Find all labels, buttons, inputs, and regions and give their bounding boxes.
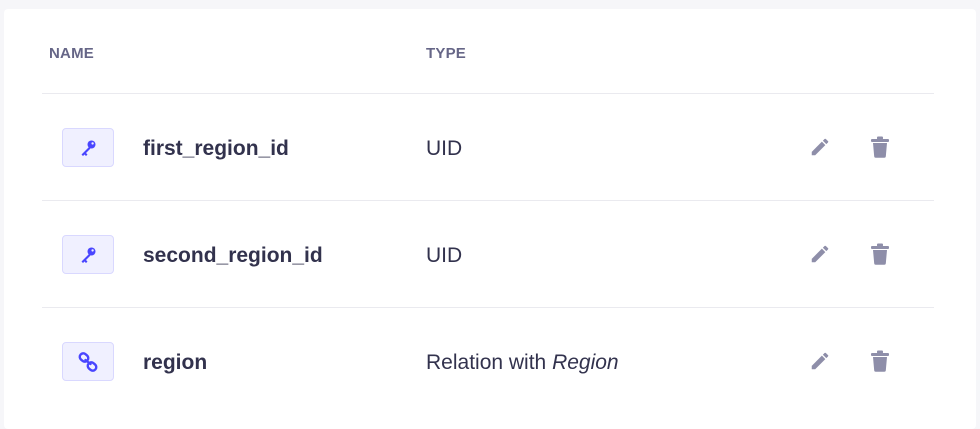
column-header-type: TYPE <box>426 45 466 62</box>
field-type: UID <box>426 137 462 161</box>
table-row: second_region_id UID <box>42 201 934 308</box>
key-icon <box>62 128 114 167</box>
pencil-icon <box>811 352 829 370</box>
table-header: NAME TYPE <box>42 9 934 94</box>
trash-icon <box>871 350 889 372</box>
table-row: first_region_id UID <box>42 94 934 201</box>
field-type-text: Relation with <box>426 351 553 374</box>
trash-icon <box>871 136 889 158</box>
field-name: second_region_id <box>143 244 323 267</box>
field-name: first_region_id <box>143 137 289 160</box>
table-row: region Relation with Region <box>42 308 934 415</box>
key-icon <box>62 235 114 274</box>
pencil-icon <box>811 138 829 156</box>
trash-icon <box>871 243 889 265</box>
delete-button[interactable] <box>865 346 895 376</box>
field-name: region <box>143 351 208 374</box>
field-type: UID <box>426 244 462 268</box>
fields-card: NAME TYPE first_region_id UID second_reg… <box>4 9 976 429</box>
pencil-icon <box>811 245 829 263</box>
edit-button[interactable] <box>805 239 835 269</box>
edit-button[interactable] <box>805 346 835 376</box>
delete-button[interactable] <box>865 239 895 269</box>
edit-button[interactable] <box>805 132 835 162</box>
field-type-text: UID <box>426 137 463 160</box>
field-type-text: UID <box>426 244 463 267</box>
fields-table: NAME TYPE first_region_id UID second_reg… <box>42 9 934 415</box>
field-type-target: Region <box>552 351 619 374</box>
column-header-name: NAME <box>49 45 94 62</box>
delete-button[interactable] <box>865 132 895 162</box>
relation-link-icon <box>62 342 114 381</box>
field-type: Relation with Region <box>426 351 619 375</box>
